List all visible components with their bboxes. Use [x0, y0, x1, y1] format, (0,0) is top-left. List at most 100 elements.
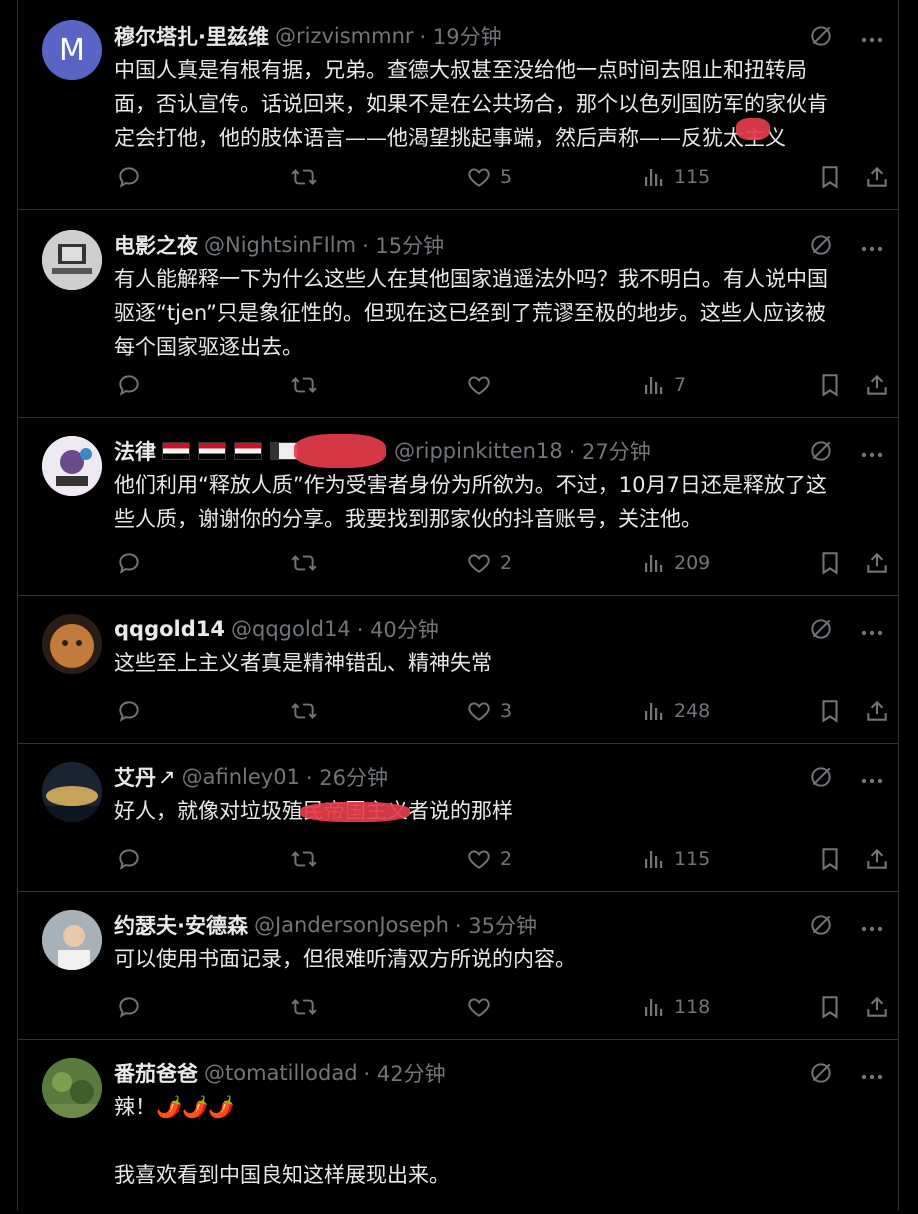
reply-button[interactable]	[116, 994, 150, 1020]
like-button[interactable]: 5	[466, 164, 512, 190]
user-handle[interactable]: @tomatillodad	[204, 1061, 358, 1085]
retweet-button[interactable]	[290, 846, 326, 872]
user-handle[interactable]: @afinley01	[182, 765, 300, 789]
like-count: 5	[500, 166, 513, 188]
tweet-text: 辣！🌶️🌶️🌶️ 我喜欢看到中国良知这样展现出来。	[114, 1095, 450, 1187]
share-icon	[864, 164, 890, 190]
avatar[interactable]	[42, 762, 102, 822]
more-icon[interactable]	[860, 29, 884, 48]
share-button[interactable]	[864, 550, 890, 576]
user-handle[interactable]: @JandersonJoseph	[254, 913, 449, 937]
tweet[interactable]: 番茄爸爸 @tomatillodad · 42分钟 辣！🌶️🌶️🌶️ 我喜欢看到…	[18, 1040, 898, 1214]
more-icon[interactable]	[860, 622, 884, 641]
avatar[interactable]	[42, 910, 102, 970]
timestamp[interactable]: · 27分钟	[569, 436, 651, 466]
views-button[interactable]: 115	[642, 165, 710, 189]
share-button[interactable]	[864, 698, 890, 724]
redaction-mark	[736, 118, 770, 140]
timestamp[interactable]: · 26分钟	[306, 762, 388, 792]
tweet-top-actions	[808, 438, 884, 468]
share-button[interactable]	[864, 846, 890, 872]
display-name[interactable]: 艾丹	[114, 762, 156, 792]
tweet[interactable]: 约瑟夫·安德森 @JandersonJoseph · 35分钟 可以使用书面记录…	[18, 892, 898, 1040]
display-name[interactable]: 电影之夜	[114, 230, 198, 260]
views-button[interactable]: 209	[642, 551, 710, 575]
bookmark-icon	[818, 846, 842, 872]
like-button[interactable]: 2	[466, 846, 512, 872]
action-bar: 5 115	[116, 162, 890, 192]
user-handle[interactable]: @NightsinFIlm	[204, 233, 356, 257]
display-name[interactable]: 法律	[114, 436, 156, 466]
reply-button[interactable]	[116, 846, 150, 872]
views-icon	[642, 551, 666, 575]
bookmark-button[interactable]	[818, 372, 842, 398]
retweet-button[interactable]	[290, 698, 326, 724]
flag-icon	[198, 442, 226, 460]
timestamp[interactable]: · 40分钟	[357, 614, 439, 644]
share-button[interactable]	[864, 372, 890, 398]
like-button[interactable]: 3	[466, 698, 512, 724]
tweet[interactable]: 电影之夜 @NightsinFIlm · 15分钟 有人能解释一下为什么这些人在…	[18, 210, 898, 418]
grok-icon[interactable]	[808, 764, 834, 794]
tweet-header: 法律 @rippinkitten18 · 27分钟	[114, 436, 886, 466]
share-button[interactable]	[864, 164, 890, 190]
bookmark-button[interactable]	[818, 698, 842, 724]
grok-icon[interactable]	[808, 23, 834, 53]
timestamp[interactable]: · 35分钟	[455, 910, 537, 940]
grok-icon[interactable]	[808, 438, 834, 468]
views-button[interactable]: 115	[642, 847, 710, 871]
avatar[interactable]	[42, 230, 102, 290]
avatar[interactable]	[42, 1058, 102, 1118]
retweet-button[interactable]	[290, 994, 326, 1020]
retweet-button[interactable]	[290, 164, 326, 190]
like-button[interactable]: 2	[466, 550, 512, 576]
retweet-button[interactable]	[290, 550, 326, 576]
tweet[interactable]: 艾丹 ↗ @afinley01 · 26分钟 好人，就像对垃圾殖民帝国主义者说的…	[18, 744, 898, 892]
share-button[interactable]	[864, 994, 890, 1020]
reply-button[interactable]	[116, 372, 150, 398]
avatar[interactable]	[42, 614, 102, 674]
views-button[interactable]: 248	[642, 699, 710, 723]
tweet[interactable]: 法律 @rippinkitten18 · 27分钟 他们利用“释放人质”作为受害…	[18, 418, 898, 596]
more-icon[interactable]	[860, 1066, 884, 1085]
timestamp[interactable]: · 42分钟	[364, 1058, 446, 1088]
tweet-header: qqgold14 @qqgold14 · 40分钟	[114, 614, 886, 644]
bookmark-button[interactable]	[818, 846, 842, 872]
grok-icon[interactable]	[808, 912, 834, 942]
display-name[interactable]: qqgold14	[114, 617, 225, 641]
views-button[interactable]: 118	[642, 995, 710, 1019]
like-button[interactable]	[466, 372, 500, 398]
tweet[interactable]: M 穆尔塔扎·里兹维 @rizvismmnr · 19分钟 中国人真是有根有据，…	[18, 0, 898, 210]
reply-button[interactable]	[116, 550, 150, 576]
more-icon[interactable]	[860, 918, 884, 937]
grok-icon[interactable]	[808, 232, 834, 262]
avatar[interactable]	[42, 436, 102, 496]
user-handle[interactable]: @qqgold14	[231, 617, 351, 641]
display-name[interactable]: 番茄爸爸	[114, 1058, 198, 1088]
avatar[interactable]: M	[42, 20, 102, 80]
more-icon[interactable]	[860, 770, 884, 789]
bookmark-button[interactable]	[818, 550, 842, 576]
bookmark-button[interactable]	[818, 994, 842, 1020]
reply-button[interactable]	[116, 164, 150, 190]
retweet-button[interactable]	[290, 372, 326, 398]
display-name[interactable]: 约瑟夫·安德森	[114, 910, 248, 940]
grok-icon[interactable]	[808, 1060, 834, 1090]
like-button[interactable]	[466, 994, 500, 1020]
more-icon[interactable]	[860, 238, 884, 257]
flag-icon	[234, 442, 262, 460]
timestamp[interactable]: · 15分钟	[362, 230, 444, 260]
reply-button[interactable]	[116, 698, 150, 724]
user-handle[interactable]: @rippinkitten18	[394, 439, 563, 463]
views-count: 209	[674, 552, 711, 574]
more-icon[interactable]	[860, 444, 884, 463]
views-button[interactable]: 7	[642, 373, 686, 397]
user-handle[interactable]: @rizvismmnr	[275, 24, 414, 48]
timestamp[interactable]: · 19分钟	[420, 21, 502, 51]
tweet-top-actions	[808, 1060, 884, 1090]
tweet[interactable]: qqgold14 @qqgold14 · 40分钟 这些至上主义者真是精神错乱、…	[18, 596, 898, 744]
grok-icon[interactable]	[808, 616, 834, 646]
bookmark-icon	[818, 550, 842, 576]
display-name[interactable]: 穆尔塔扎·里兹维	[114, 21, 269, 51]
bookmark-button[interactable]	[818, 164, 842, 190]
